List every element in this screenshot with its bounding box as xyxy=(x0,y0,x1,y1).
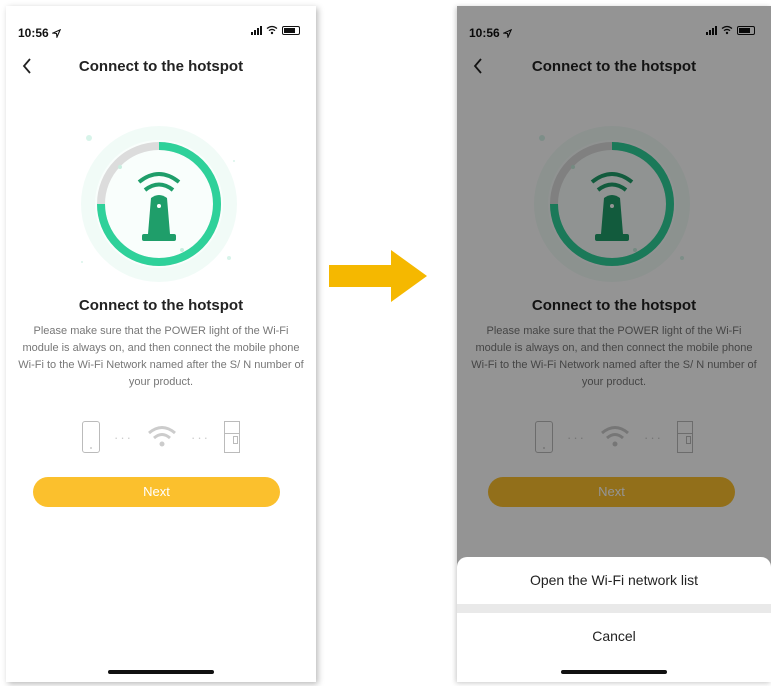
battery-icon xyxy=(282,25,300,35)
wifi-icon xyxy=(148,426,176,447)
action-sheet: Open the Wi-Fi network list Cancel xyxy=(457,557,771,682)
right-arrow-icon xyxy=(329,250,427,302)
signal-icon xyxy=(251,25,262,35)
screen-connect-hotspot-sheet: 10:56 Connect to the hotspot Connect to … xyxy=(457,6,771,682)
dots-right: ··· xyxy=(191,429,210,445)
open-wifi-list-option[interactable]: Open the Wi-Fi network list xyxy=(457,557,771,604)
sheet-divider xyxy=(457,604,771,613)
next-button[interactable]: Next xyxy=(33,477,280,507)
wifi-icon xyxy=(266,25,278,35)
status-icons xyxy=(251,25,300,35)
location-arrow-icon xyxy=(50,29,62,40)
nav-title: Connect to the hotspot xyxy=(78,58,244,75)
connection-flow: ··· ··· xyxy=(6,421,316,453)
home-indicator xyxy=(561,670,667,674)
dots-left: ··· xyxy=(114,429,133,445)
instruction-text: Please make sure that the POWER light of… xyxy=(18,325,304,388)
content-title: Connect to the hotspot xyxy=(78,297,244,314)
fridge-icon xyxy=(224,421,240,453)
hotspot-graphic xyxy=(81,126,237,282)
cancel-button[interactable]: Cancel xyxy=(457,613,771,660)
screen-connect-hotspot: 10:56 Connect to the hotspot Connect to … xyxy=(6,6,316,682)
status-time: 10:56 xyxy=(18,26,62,40)
phone-icon xyxy=(82,421,100,453)
home-indicator xyxy=(108,670,214,674)
